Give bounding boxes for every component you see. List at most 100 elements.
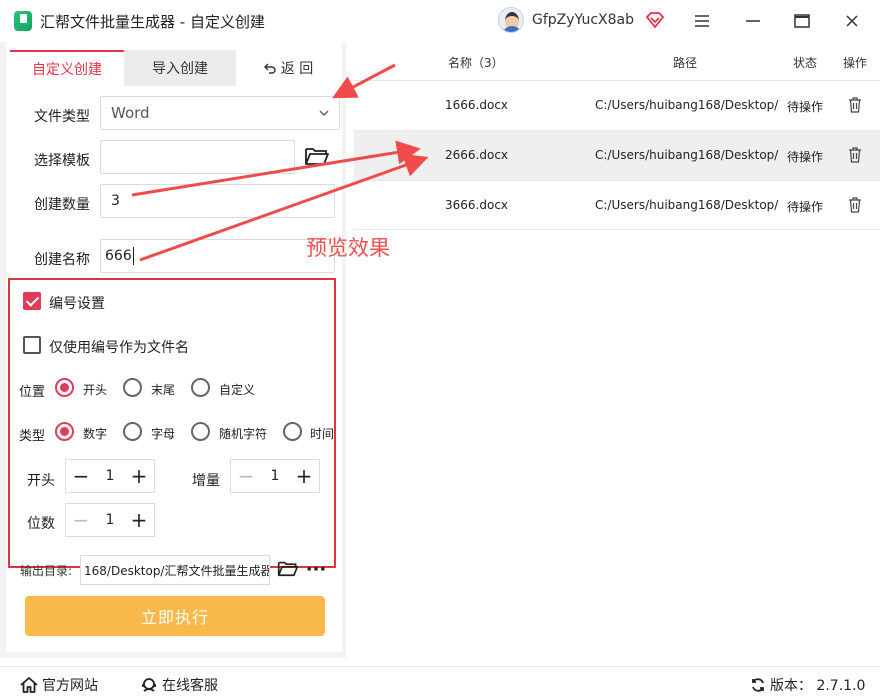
name-value: 666 bbox=[105, 248, 132, 264]
output-folder-icon[interactable] bbox=[277, 559, 299, 578]
folder-open-icon[interactable] bbox=[304, 145, 330, 167]
type-radio-random[interactable] bbox=[191, 422, 210, 441]
headset-icon bbox=[142, 678, 156, 692]
file-type-value: Word bbox=[111, 104, 150, 122]
start-decrement-button[interactable]: − bbox=[66, 460, 96, 492]
back-button[interactable]: 返 回 bbox=[236, 50, 340, 86]
version-label: 版本： 2.7.1.0 bbox=[770, 678, 866, 694]
only-number-label: 仅使用编号作为文件名 bbox=[49, 340, 189, 356]
template-label: 选择模板 bbox=[34, 153, 90, 169]
home-icon bbox=[20, 677, 38, 693]
digits-label: 位数 bbox=[27, 516, 55, 532]
position-label: 位置 bbox=[19, 385, 46, 400]
row-file-path: C:/Users/huibang168/Desktop/ bbox=[595, 148, 779, 162]
back-label: 返 回 bbox=[280, 61, 314, 77]
minimize-icon[interactable] bbox=[740, 8, 766, 34]
version-info[interactable]: 版本： 2.7.1.0 bbox=[750, 675, 865, 695]
count-input[interactable]: 3 bbox=[100, 184, 335, 218]
close-icon[interactable] bbox=[839, 8, 865, 34]
back-arrow-icon bbox=[263, 63, 276, 74]
numbering-enable-label: 编号设置 bbox=[49, 296, 105, 312]
template-input[interactable] bbox=[100, 140, 295, 174]
row-status: 待操作 bbox=[787, 200, 824, 214]
type-radio-number[interactable] bbox=[55, 422, 74, 441]
refresh-icon bbox=[752, 678, 764, 692]
username[interactable]: GfpZyYucX8ab bbox=[532, 12, 634, 28]
output-dir-label: 输出目录: bbox=[20, 564, 73, 578]
user-avatar[interactable] bbox=[498, 7, 524, 33]
table-row[interactable]: 1666.docx C:/Users/huibang168/Desktop/ 待… bbox=[354, 80, 880, 130]
official-website-link[interactable]: 官方网站 bbox=[20, 675, 98, 695]
output-dir-input[interactable]: 168/Desktop/汇帮文件批量生成器 bbox=[80, 555, 270, 585]
run-now-button[interactable]: 立即执行 bbox=[25, 596, 325, 636]
delete-trash-icon[interactable] bbox=[848, 97, 862, 113]
text-cursor bbox=[132, 247, 134, 265]
column-header-action: 操作 bbox=[843, 56, 868, 70]
name-label: 创建名称 bbox=[34, 252, 90, 268]
only-number-checkbox[interactable] bbox=[23, 336, 41, 354]
increment-decrement-button[interactable]: − bbox=[231, 460, 261, 492]
increment-increment-button[interactable]: + bbox=[289, 460, 319, 492]
output-dir-value: 168/Desktop/汇帮文件批量生成器 bbox=[84, 563, 270, 578]
chevron-down-icon bbox=[319, 110, 329, 117]
file-list-table: 名称（3） 路径 状态 操作 1666.docx C:/Users/huiban… bbox=[354, 42, 880, 658]
column-header-status: 状态 bbox=[793, 56, 818, 70]
file-type-select[interactable]: Word bbox=[100, 96, 340, 130]
increment-stepper: − 1 + bbox=[230, 459, 320, 493]
vip-diamond-icon[interactable] bbox=[646, 12, 664, 28]
type-option-random: 随机字符 bbox=[219, 427, 268, 441]
app-logo-icon bbox=[14, 11, 32, 31]
row-file-name: 1666.docx bbox=[445, 98, 509, 112]
position-radio-end[interactable] bbox=[123, 378, 142, 397]
start-stepper: − 1 + bbox=[65, 459, 155, 493]
column-header-path: 路径 bbox=[673, 56, 698, 70]
tab-custom-create[interactable]: 自定义创建 bbox=[10, 50, 124, 86]
row-file-path: C:/Users/huibang168/Desktop/ bbox=[595, 198, 779, 212]
type-option-number: 数字 bbox=[83, 427, 108, 441]
official-website-label: 官方网站 bbox=[42, 678, 98, 694]
position-radio-custom[interactable] bbox=[191, 378, 210, 397]
online-support-label: 在线客服 bbox=[162, 678, 218, 694]
position-option-start: 开头 bbox=[83, 383, 108, 397]
type-option-time: 时间 bbox=[310, 427, 334, 441]
numbering-enable-checkbox[interactable] bbox=[23, 292, 41, 310]
position-radio-start[interactable] bbox=[55, 378, 74, 397]
footer-bar: 官方网站 在线客服 版本： 2.7.1.0 bbox=[0, 666, 880, 700]
window-title: 汇帮文件批量生成器 - 自定义创建 bbox=[40, 13, 265, 31]
digits-value[interactable]: 1 bbox=[96, 512, 124, 528]
digits-decrement-button[interactable]: − bbox=[66, 504, 96, 536]
title-bar: 汇帮文件批量生成器 - 自定义创建 GfpZyYucX8ab bbox=[0, 0, 880, 42]
row-file-name: 2666.docx bbox=[445, 148, 509, 162]
position-option-custom: 自定义 bbox=[219, 383, 256, 397]
digits-stepper: − 1 + bbox=[65, 503, 155, 537]
delete-trash-icon[interactable] bbox=[848, 147, 862, 163]
maximize-icon[interactable] bbox=[789, 8, 815, 34]
position-option-end: 末尾 bbox=[151, 383, 176, 397]
start-increment-button[interactable]: + bbox=[124, 460, 154, 492]
table-row[interactable]: 3666.docx C:/Users/huibang168/Desktop/ 待… bbox=[354, 180, 880, 230]
digits-increment-button[interactable]: + bbox=[124, 504, 154, 536]
increment-value[interactable]: 1 bbox=[261, 468, 289, 484]
row-file-name: 3666.docx bbox=[445, 198, 509, 212]
type-label: 类型 bbox=[19, 429, 46, 444]
row-status: 待操作 bbox=[787, 100, 824, 114]
type-radio-time[interactable] bbox=[283, 422, 302, 441]
menu-icon[interactable] bbox=[689, 8, 715, 34]
file-type-label: 文件类型 bbox=[34, 109, 90, 125]
more-options-icon[interactable]: ··· bbox=[305, 558, 327, 580]
preview-annotation-text: 预览效果 bbox=[306, 236, 390, 260]
count-label: 创建数量 bbox=[34, 197, 90, 213]
table-row[interactable]: 2666.docx C:/Users/huibang168/Desktop/ 待… bbox=[354, 130, 880, 180]
row-file-path: C:/Users/huibang168/Desktop/ bbox=[595, 98, 779, 112]
column-header-name[interactable]: 名称（3） bbox=[448, 54, 504, 71]
name-input[interactable]: 666 bbox=[100, 239, 335, 273]
delete-trash-icon[interactable] bbox=[848, 197, 862, 213]
increment-label: 增量 bbox=[192, 473, 220, 489]
type-radio-letter[interactable] bbox=[123, 422, 142, 441]
row-status: 待操作 bbox=[787, 150, 824, 164]
type-option-letter: 字母 bbox=[151, 427, 176, 441]
start-value[interactable]: 1 bbox=[96, 468, 124, 484]
online-support-link[interactable]: 在线客服 bbox=[140, 675, 218, 695]
tab-import-create[interactable]: 导入创建 bbox=[124, 50, 236, 86]
start-label: 开头 bbox=[27, 473, 55, 489]
